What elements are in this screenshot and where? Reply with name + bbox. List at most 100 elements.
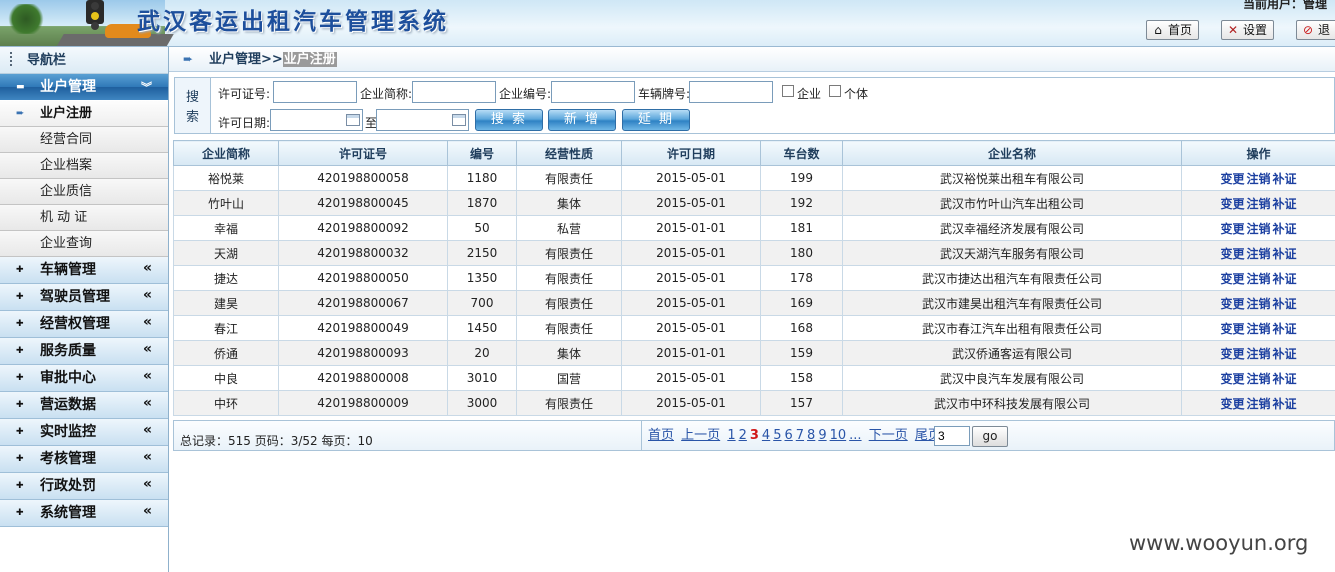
- change-link[interactable]: 变更: [1220, 397, 1244, 411]
- column-header[interactable]: 经营性质: [516, 140, 622, 166]
- enterprise-checkbox[interactable]: [782, 85, 794, 97]
- license-no-input[interactable]: [273, 81, 357, 103]
- change-link[interactable]: 变更: [1220, 372, 1244, 386]
- reissue-link[interactable]: 补证: [1273, 247, 1297, 261]
- page-link[interactable]: 9: [818, 428, 826, 443]
- table-cell: 2015-05-01: [621, 315, 761, 341]
- cancel-link[interactable]: 注销: [1246, 197, 1270, 211]
- settings-button[interactable]: ✕ 设置: [1221, 20, 1275, 40]
- cancel-link[interactable]: 注销: [1246, 297, 1270, 311]
- expand-icon: ✚: [16, 346, 24, 356]
- cancel-link[interactable]: 注销: [1246, 372, 1270, 386]
- column-header[interactable]: 许可日期: [621, 140, 761, 166]
- sidebar-item-vehicle-cert[interactable]: 机 动 证: [0, 205, 168, 231]
- add-button[interactable]: 新 增: [548, 109, 616, 131]
- change-link[interactable]: 变更: [1220, 272, 1244, 286]
- reissue-link[interactable]: 补证: [1273, 272, 1297, 286]
- column-header[interactable]: 企业简称: [173, 140, 279, 166]
- page-link[interactable]: 1: [727, 428, 735, 443]
- change-link[interactable]: 变更: [1220, 322, 1244, 336]
- column-header[interactable]: 车台数: [760, 140, 843, 166]
- page-link[interactable]: 2: [739, 428, 747, 443]
- table-cell: 199: [760, 165, 843, 191]
- page-link[interactable]: 8: [807, 428, 815, 443]
- page-link[interactable]: 7: [796, 428, 804, 443]
- logout-button[interactable]: ⊘ 退: [1296, 20, 1335, 40]
- expand-icon: ✚: [16, 319, 24, 329]
- cancel-link[interactable]: 注销: [1246, 397, 1270, 411]
- sidebar-item-archive[interactable]: 企业档案: [0, 153, 168, 179]
- table-cell: 420198800049: [278, 315, 448, 341]
- page-link[interactable]: 10: [830, 428, 847, 443]
- reissue-link[interactable]: 补证: [1273, 197, 1297, 211]
- reissue-link[interactable]: 补证: [1273, 372, 1297, 386]
- cancel-link[interactable]: 注销: [1246, 247, 1270, 261]
- page-number-input[interactable]: [934, 426, 970, 446]
- change-link[interactable]: 变更: [1220, 222, 1244, 236]
- reissue-link[interactable]: 补证: [1273, 347, 1297, 361]
- sidebar-group-approval[interactable]: ✚ 审批中心 «: [0, 365, 168, 392]
- home-button[interactable]: ⌂ 首页: [1146, 20, 1200, 40]
- pagination-summary: 总记录：515 页码：3/52 每页：10: [180, 434, 373, 448]
- table-cell: 天湖: [173, 240, 279, 266]
- sidebar-group-vehicle[interactable]: ✚ 车辆管理 «: [0, 257, 168, 284]
- calendar-icon[interactable]: [346, 114, 360, 126]
- table-cell: 中良: [173, 365, 279, 391]
- pagination: 总记录：515 页码：3/52 每页：10 首页 上一页 1 2 3 4 5 6 7 8 9 10…: [173, 420, 1335, 451]
- plate-no-input[interactable]: [689, 81, 773, 103]
- sidebar-group-business[interactable]: ▬ 业户管理 ︾: [0, 74, 168, 101]
- change-link[interactable]: 变更: [1220, 247, 1244, 261]
- expand-icon: ✚: [16, 292, 24, 302]
- sidebar-group-operating-rights[interactable]: ✚ 经营权管理 «: [0, 311, 168, 338]
- reissue-link[interactable]: 补证: [1273, 222, 1297, 236]
- extend-button[interactable]: 延 期: [622, 109, 690, 131]
- column-header[interactable]: 编号: [447, 140, 517, 166]
- page-link[interactable]: 5: [773, 428, 781, 443]
- sidebar-group-penalty[interactable]: ✚ 行政处罚 «: [0, 473, 168, 500]
- company-no-input[interactable]: [551, 81, 635, 103]
- table-cell: 有限责任: [516, 265, 622, 291]
- reissue-link[interactable]: 补证: [1273, 397, 1297, 411]
- reissue-link[interactable]: 补证: [1273, 172, 1297, 186]
- sidebar-item-register[interactable]: ➨ 业户注册: [0, 101, 168, 127]
- column-header[interactable]: 企业名称: [842, 140, 1182, 166]
- go-button[interactable]: go: [972, 426, 1008, 447]
- page-link[interactable]: ...: [849, 428, 861, 443]
- cancel-link[interactable]: 注销: [1246, 272, 1270, 286]
- individual-checkbox[interactable]: [829, 85, 841, 97]
- sidebar-group-system[interactable]: ✚ 系统管理 «: [0, 500, 168, 527]
- column-header[interactable]: 许可证号: [278, 140, 448, 166]
- cancel-link[interactable]: 注销: [1246, 347, 1270, 361]
- first-page-link[interactable]: 首页: [648, 428, 674, 443]
- sidebar-group-assessment[interactable]: ✚ 考核管理 «: [0, 446, 168, 473]
- page-link[interactable]: 4: [762, 428, 770, 443]
- cancel-link[interactable]: 注销: [1246, 322, 1270, 336]
- search-button[interactable]: 搜 索: [475, 109, 543, 131]
- change-link[interactable]: 变更: [1220, 347, 1244, 361]
- change-link[interactable]: 变更: [1220, 172, 1244, 186]
- change-link[interactable]: 变更: [1220, 297, 1244, 311]
- company-abbr-input[interactable]: [412, 81, 496, 103]
- expand-icon: ✚: [16, 508, 24, 518]
- page-link[interactable]: 6: [784, 428, 792, 443]
- sidebar-group-monitoring[interactable]: ✚ 实时监控 «: [0, 419, 168, 446]
- calendar-icon[interactable]: [452, 114, 466, 126]
- sidebar-group-operation-data[interactable]: ✚ 营运数据 «: [0, 392, 168, 419]
- next-page-link[interactable]: 下一页: [869, 428, 908, 443]
- cancel-link[interactable]: 注销: [1246, 222, 1270, 236]
- sidebar-item-credit[interactable]: 企业质信: [0, 179, 168, 205]
- sidebar-group-service-quality[interactable]: ✚ 服务质量 «: [0, 338, 168, 365]
- prev-page-link[interactable]: 上一页: [681, 428, 720, 443]
- change-link[interactable]: 变更: [1220, 197, 1244, 211]
- page-link[interactable]: 3: [750, 428, 759, 443]
- table-cell: 700: [447, 290, 517, 316]
- reissue-link[interactable]: 补证: [1273, 297, 1297, 311]
- table-row: 侨通 420198800093 20 集体 2015-01-01 159 武汉侨通客运有限公…: [173, 340, 1335, 366]
- reissue-link[interactable]: 补证: [1273, 322, 1297, 336]
- sidebar-group-driver[interactable]: ✚ 驾驶员管理 «: [0, 284, 168, 311]
- sidebar-item-query[interactable]: 企业查询: [0, 231, 168, 257]
- table-cell: 竹叶山: [173, 190, 279, 216]
- table-row: 建昊 420198800067 700 有限责任 2015-05-01 169 武汉市建昊出…: [173, 290, 1335, 316]
- sidebar-item-contract[interactable]: 经营合同: [0, 127, 168, 153]
- cancel-link[interactable]: 注销: [1246, 172, 1270, 186]
